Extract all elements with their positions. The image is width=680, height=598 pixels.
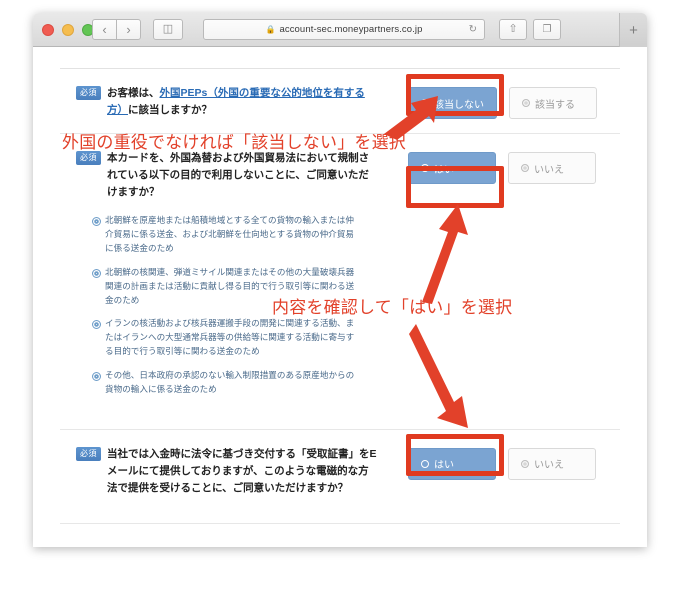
question-row-ereceipt: 必須 当社では入金時に法令に基づき交付する「受取証書」をEメールにて提供しており… bbox=[60, 428, 620, 523]
browser-titlebar: ‹ › ◫ 🔒 account-sec.moneypartners.co.jp … bbox=[33, 13, 647, 47]
question-text: 当社では入金時に法令に基づき交付する「受取証書」をEメールにて提供しておりますが… bbox=[107, 447, 377, 494]
reload-icon[interactable]: ↻ bbox=[469, 24, 477, 35]
required-badge: 必須 bbox=[76, 86, 101, 100]
share-button[interactable]: ⇧ bbox=[499, 19, 527, 40]
option-yes[interactable]: はい bbox=[408, 152, 496, 184]
address-text: account-sec.moneypartners.co.jp bbox=[279, 24, 423, 35]
question-text-block: 必須 当社では入金時に法令に基づき交付する「受取証書」をEメールにて提供しており… bbox=[76, 446, 394, 497]
option-label: はい bbox=[434, 460, 454, 472]
required-badge: 必須 bbox=[76, 151, 101, 165]
option-label: いいえ bbox=[534, 460, 564, 472]
annotation-note-pep: 外国の重役でなければ「該当しない」を選択 bbox=[62, 133, 406, 152]
chevron-left-icon: ‹ bbox=[102, 22, 107, 37]
sidebar-icon: ◫ bbox=[162, 23, 174, 35]
option-label: 該当する bbox=[535, 99, 575, 111]
option-not-applicable[interactable]: 該当しない bbox=[408, 87, 497, 119]
minimize-window-button[interactable] bbox=[62, 24, 74, 36]
chevron-right-icon: › bbox=[126, 22, 131, 37]
radio-icon bbox=[521, 459, 529, 468]
option-applicable[interactable]: 該当する bbox=[509, 87, 597, 119]
radio-icon bbox=[421, 99, 429, 107]
option-label: はい bbox=[434, 164, 454, 176]
option-label: 該当しない bbox=[434, 99, 484, 111]
radio-icon bbox=[421, 164, 429, 172]
option-yes[interactable]: はい bbox=[408, 447, 496, 480]
radio-icon bbox=[521, 164, 529, 172]
required-badge: 必須 bbox=[76, 446, 101, 461]
option-no[interactable]: いいえ bbox=[508, 152, 596, 184]
list-item: 北朝鮮を原産地または船積地域とする全ての貨物の輸入または仲介貿易に係る送金、およ… bbox=[92, 213, 360, 256]
answer-options-pep: 該当しない 該当する bbox=[408, 87, 597, 119]
list-item: その他、日本政府の承認のない輸入制限措置のある原産地からの貨物の輸入に係る送金の… bbox=[92, 368, 360, 396]
window-controls bbox=[42, 24, 94, 36]
plus-icon: + bbox=[629, 21, 638, 39]
back-button[interactable]: ‹ bbox=[92, 19, 117, 40]
forward-button[interactable]: › bbox=[116, 19, 141, 40]
sidebar-toggle-button[interactable]: ◫ bbox=[153, 19, 183, 40]
question-text-part-1: お客様は、 bbox=[107, 87, 160, 99]
list-item: イランの核活動および核兵器運搬手段の開発に関連する活動、またはイランへの大型通常… bbox=[92, 316, 360, 359]
question-text-block: 必須 お客様は、外国PEPs（外国の重要な公的地位を有する方）に該当しますか？ bbox=[76, 85, 394, 119]
question-row-pep: 必須 お客様は、外国PEPs（外国の重要な公的地位を有する方）に該当しますか？ … bbox=[60, 69, 620, 133]
browser-window: ‹ › ◫ 🔒 account-sec.moneypartners.co.jp … bbox=[33, 13, 647, 547]
question-text: お客様は、外国PEPs（外国の重要な公的地位を有する方）に該当しますか？ bbox=[107, 85, 379, 119]
question-text: 本カードを、外国為替および外国貿易法において規制されている以下の目的で利用しない… bbox=[107, 152, 370, 198]
answer-options-forex-law: はい いいえ bbox=[408, 152, 596, 184]
show-all-tabs-button[interactable]: ❐ bbox=[533, 19, 561, 40]
radio-icon bbox=[522, 99, 530, 107]
annotation-note-confirm: 内容を確認して「はい」を選択 bbox=[272, 298, 513, 317]
address-bar[interactable]: 🔒 account-sec.moneypartners.co.jp ↻ bbox=[203, 19, 485, 40]
lock-icon: 🔒 bbox=[265, 25, 276, 34]
question-text-block: 必須 本カードを、外国為替および外国貿易法において規制されている以下の目的で利用… bbox=[76, 150, 394, 405]
new-tab-button[interactable]: + bbox=[619, 13, 647, 47]
tabs-icon: ❐ bbox=[542, 23, 552, 35]
option-label: いいえ bbox=[534, 164, 564, 176]
radio-icon bbox=[421, 459, 429, 468]
close-window-button[interactable] bbox=[42, 24, 54, 36]
form-bottom-divider bbox=[60, 522, 620, 524]
option-no[interactable]: いいえ bbox=[508, 447, 596, 480]
question-row-forex-law: 必須 本カードを、外国為替および外国貿易法において規制されている以下の目的で利用… bbox=[60, 133, 620, 429]
question-text-part-2: に該当しますか？ bbox=[128, 104, 212, 116]
share-icon: ⇧ bbox=[508, 23, 518, 35]
answer-options-ereceipt: はい いいえ bbox=[408, 447, 596, 480]
